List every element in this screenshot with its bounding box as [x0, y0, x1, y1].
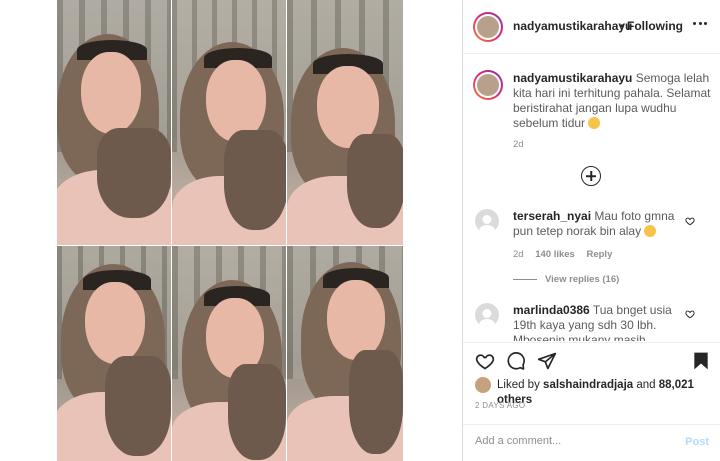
caption: nadyamustikarahayu Semoga lelah kita har… — [513, 71, 713, 131]
photo-tile — [287, 246, 403, 461]
likes-summary: Liked by salshaindradjaja and 88,021 oth… — [497, 378, 720, 408]
comment-username[interactable]: marlinda0386 — [513, 303, 590, 317]
commenter-avatar[interactable] — [475, 303, 499, 327]
small-heart-icon[interactable] — [685, 216, 695, 226]
commenter-avatar[interactable] — [475, 209, 499, 233]
heart-icon[interactable] — [475, 351, 495, 371]
photo-tile — [287, 0, 403, 245]
smile-emoji-icon — [588, 117, 601, 129]
following-button[interactable]: Following — [627, 19, 683, 33]
add-comment-bar: Post — [463, 424, 720, 461]
comment: terserah_nyai Mau foto gmna pun tetep no… — [513, 209, 678, 239]
more-options-icon[interactable] — [693, 22, 707, 26]
photo-tile — [172, 0, 286, 245]
photo-tile — [57, 246, 171, 461]
comment-bubble-icon[interactable] — [506, 351, 526, 371]
plus-circle-icon[interactable] — [581, 166, 601, 186]
caption-username[interactable]: nadyamustikarahayu — [513, 71, 632, 85]
post-comment-button[interactable]: Post — [685, 436, 709, 448]
liker-avatar[interactable] — [475, 377, 491, 393]
smile-emoji-icon — [644, 225, 657, 237]
liker-username[interactable]: salshaindradjaja — [543, 379, 633, 391]
author-avatar[interactable] — [473, 12, 503, 42]
view-replies-line — [513, 279, 537, 280]
post-details-panel: nadyamustikarahayu • Following nadyamust… — [462, 0, 720, 461]
small-heart-icon[interactable] — [685, 309, 695, 319]
caption-age: 2d — [513, 139, 524, 150]
post-header: nadyamustikarahayu • Following — [463, 0, 720, 54]
separator-dot: • — [620, 19, 625, 33]
likes-and: and — [636, 379, 656, 391]
bookmark-icon[interactable] — [691, 351, 711, 371]
post-photo[interactable] — [57, 0, 403, 461]
comment-username[interactable]: terserah_nyai — [513, 209, 591, 223]
comment-age: 2d — [513, 249, 524, 260]
photo-tile — [172, 246, 286, 461]
caption-avatar[interactable] — [473, 70, 503, 100]
comment-meta: 2d 140 likes Reply — [513, 249, 612, 260]
post-timestamp[interactable]: 2 DAYS AGO — [475, 401, 525, 410]
view-replies-button[interactable]: View replies (16) — [545, 274, 619, 285]
paper-plane-icon[interactable] — [537, 351, 557, 371]
add-comment-input[interactable] — [475, 435, 675, 447]
comment-likes[interactable]: 140 likes — [535, 249, 575, 260]
photo-tile — [57, 0, 171, 245]
likes-prefix: Liked by — [497, 379, 540, 391]
reply-button[interactable]: Reply — [586, 249, 612, 260]
author-username[interactable]: nadyamustikarahayu — [513, 19, 632, 33]
comment: marlinda0386 Tua bnget usia 19th kaya ya… — [513, 303, 678, 341]
